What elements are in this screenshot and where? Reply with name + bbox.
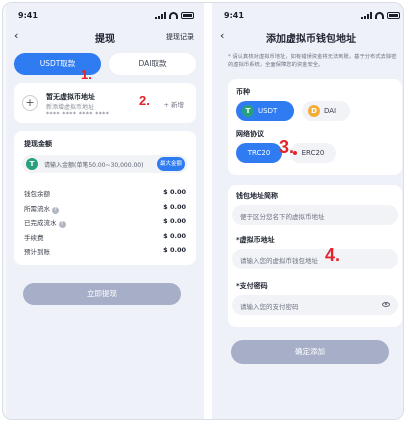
status-bar: 9:41 (18, 11, 194, 21)
address-placeholder: 请输入您的虚拟币钱包地址 (240, 257, 318, 265)
annotation-marker-2: 2. (139, 93, 150, 108)
page-title: 添加虚拟币钱包地址 (266, 34, 356, 45)
password-input[interactable]: 请输入您的支付密码 (232, 295, 398, 315)
coin-tabs: USDT取款 DAI取款 (14, 53, 196, 75)
add-address-icon[interactable]: + (22, 95, 38, 111)
nav-bar: ‹ 提现 提现记录 (6, 29, 204, 45)
withdraw-record-link[interactable]: 提现记录 (166, 32, 194, 42)
alias-input[interactable]: 便于区分您名下的虚拟币地址 (232, 205, 398, 225)
row-label: 所需流水? (24, 203, 59, 214)
network-trc20-option[interactable]: TRC20 (236, 143, 282, 163)
summary-row: 钱包余额 $ 0.00 (24, 186, 186, 201)
alias-label: 钱包地址简称 (236, 192, 278, 200)
address-card[interactable]: + 暂无虚拟币地址 新添增虚拟币地址 **** **** **** **** +… (14, 83, 196, 123)
currency-usdt-label: USDT (258, 107, 278, 115)
annotation-marker-1: 1. (81, 67, 92, 82)
row-label: 预计到账 (24, 248, 50, 256)
amount-card: 提现金额 T 请输入金额(单笔50.00~30,000.00) 最大金额 钱包余… (14, 131, 196, 265)
tether-icon: T (242, 105, 254, 117)
status-icons (155, 12, 194, 19)
summary-row: 所需流水? $ 0.00 (24, 201, 186, 216)
address-title: 暂无虚拟币地址 (46, 93, 95, 101)
row-label: 手续费 (24, 233, 44, 242)
withdraw-submit-button[interactable]: 立即提现 (23, 283, 181, 305)
screenshot-frame: 9:41 ‹ 提现 提现记录 USDT取款 DAI取款 1. + 暂无虚拟币地址… (2, 2, 404, 420)
battery-icon (387, 12, 400, 19)
alias-placeholder: 便于区分您名下的虚拟币地址 (240, 213, 325, 221)
password-label: *支付密码 (236, 282, 268, 290)
currency-label: 币种 (236, 88, 250, 96)
eye-icon[interactable] (382, 302, 390, 307)
new-address-button[interactable]: + 新增 (163, 99, 184, 109)
currency-dai-label: DAI (324, 107, 337, 115)
confirm-add-button[interactable]: 确定添加 (231, 340, 389, 364)
amount-input[interactable]: T 请输入金额(单笔50.00~30,000.00) 最大金额 (22, 155, 188, 173)
currency-usdt-option[interactable]: T USDT (236, 101, 294, 121)
tether-icon: T (26, 158, 38, 170)
row-label: 钱包余额 (24, 190, 50, 198)
amount-placeholder: 请输入金额(单笔50.00~30,000.00) (44, 162, 144, 169)
row-value: $ 0.00 (163, 202, 186, 211)
network-trc20-label: TRC20 (247, 149, 271, 157)
row-value: $ 0.00 (163, 231, 186, 240)
row-value: $ 0.00 (163, 246, 186, 254)
annotation-marker-3: 3. (279, 137, 295, 157)
summary-row: 预计到账 $ 0.00 (24, 244, 186, 259)
battery-icon (181, 12, 194, 19)
row-value: $ 0.00 (163, 188, 186, 196)
screen-divider (204, 3, 212, 419)
row-label: 已完成流水? (24, 217, 66, 228)
security-notice: * 请认真核对虚拟币地址，如有错误资金将无法到账。基于分布式去除密的虚拟币系统，… (228, 54, 397, 68)
amount-section-title: 提现金额 (24, 140, 52, 148)
wifi-icon (169, 12, 178, 19)
password-placeholder: 请输入您的支付密码 (240, 303, 299, 311)
withdraw-screen: 9:41 ‹ 提现 提现记录 USDT取款 DAI取款 1. + 暂无虚拟币地址… (6, 3, 204, 419)
status-time: 9:41 (18, 11, 38, 20)
address-subtitle: 新添增虚拟币地址 (46, 104, 95, 111)
status-bar: 9:41 (224, 11, 400, 21)
address-masked: **** **** **** **** (46, 111, 110, 118)
wifi-icon (375, 12, 384, 19)
address-form-card: 钱包地址简称 便于区分您名下的虚拟币地址 *虚拟币地址 请输入您的虚拟币钱包地址… (228, 185, 402, 327)
address-label: *虚拟币地址 (236, 236, 275, 244)
tab-dai[interactable]: DAI取款 (109, 53, 196, 75)
row-value: $ 0.00 (163, 217, 186, 225)
address-input[interactable]: 请输入您的虚拟币钱包地址 (232, 249, 398, 269)
dai-icon: D (308, 105, 320, 117)
currency-card: 币种 T USDT D DAI 网络协议 TRC20 ERC20 (228, 79, 402, 175)
summary-row: 已完成流水? $ 0.00 (24, 215, 186, 230)
add-address-screen: 9:41 ‹ 添加虚拟币钱包地址 * 请认真核对虚拟币地址，如有错误资金将无法到… (212, 3, 403, 419)
signal-icon (361, 12, 372, 19)
nav-bar: ‹ 添加虚拟币钱包地址 (212, 29, 403, 45)
annotation-marker-4: 4. (325, 245, 341, 265)
signal-icon (155, 12, 166, 19)
summary-row: 手续费 $ 0.00 (24, 230, 186, 245)
summary-rows: 钱包余额 $ 0.00 所需流水? $ 0.00 已完成流水? $ 0.00 手… (24, 186, 186, 259)
status-icons (361, 12, 400, 19)
network-label: 网络协议 (236, 130, 264, 138)
info-icon[interactable]: ? (52, 206, 59, 214)
max-amount-button[interactable]: 最大金额 (157, 157, 185, 171)
status-time: 9:41 (224, 11, 244, 20)
currency-dai-option[interactable]: D DAI (302, 101, 350, 121)
info-icon[interactable]: ? (58, 221, 66, 228)
